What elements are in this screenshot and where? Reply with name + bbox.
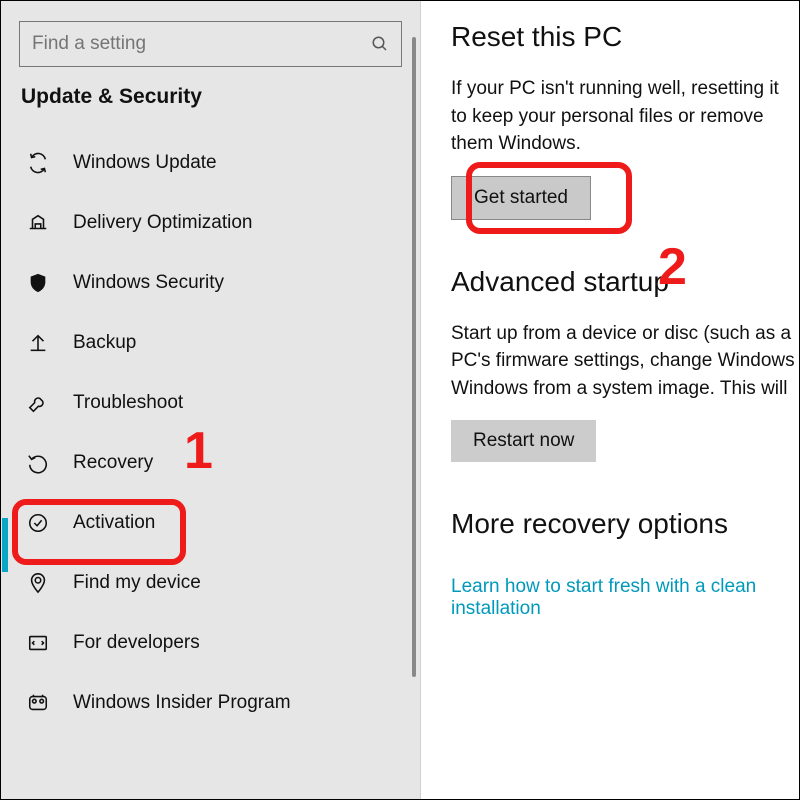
sidebar-item-recovery[interactable]: Recovery xyxy=(1,433,420,493)
restart-now-button[interactable]: Restart now xyxy=(451,420,596,462)
backup-icon xyxy=(25,332,51,354)
sidebar-item-delivery-optimization[interactable]: Delivery Optimization xyxy=(1,193,420,253)
sidebar-nav: Windows Update Delivery Optimization Win… xyxy=(1,133,420,733)
sidebar-item-find-my-device[interactable]: Find my device xyxy=(1,553,420,613)
sidebar-item-label: Windows Security xyxy=(73,272,224,294)
sidebar-item-label: Windows Insider Program xyxy=(73,692,291,714)
sync-icon xyxy=(25,152,51,174)
wrench-icon xyxy=(25,392,51,414)
reset-body: If your PC isn't running well, resetting… xyxy=(451,75,799,158)
delivery-icon xyxy=(25,212,51,234)
sidebar-item-label: Recovery xyxy=(73,452,153,474)
sidebar-item-troubleshoot[interactable]: Troubleshoot xyxy=(1,373,420,433)
search-input-wrap[interactable] xyxy=(19,21,402,67)
more-recovery-heading: More recovery options xyxy=(451,508,799,540)
get-started-button[interactable]: Get started xyxy=(451,176,591,220)
shield-icon xyxy=(25,272,51,294)
start-fresh-link[interactable]: Learn how to start fresh with a clean in… xyxy=(451,576,756,619)
sidebar-item-windows-security[interactable]: Windows Security xyxy=(1,253,420,313)
sidebar-item-for-developers[interactable]: For developers xyxy=(1,613,420,673)
settings-sidebar: Update & Security Windows Update Deliver… xyxy=(1,1,421,799)
advanced-heading: Advanced startup xyxy=(451,266,799,298)
sidebar-item-windows-update[interactable]: Windows Update xyxy=(1,133,420,193)
check-circle-icon xyxy=(25,512,51,534)
sidebar-item-label: Delivery Optimization xyxy=(73,212,253,234)
sidebar-item-backup[interactable]: Backup xyxy=(1,313,420,373)
sidebar-item-label: Troubleshoot xyxy=(73,392,183,414)
main-content: Reset this PC If your PC isn't running w… xyxy=(421,1,799,799)
sidebar-item-label: Find my device xyxy=(73,572,201,594)
insider-icon xyxy=(25,692,51,714)
recovery-icon xyxy=(25,452,51,474)
sidebar-section-title: Update & Security xyxy=(21,85,400,109)
sidebar-item-label: For developers xyxy=(73,632,200,654)
active-indicator xyxy=(2,518,8,572)
reset-heading: Reset this PC xyxy=(451,21,799,53)
location-icon xyxy=(25,572,51,594)
sidebar-item-windows-insider[interactable]: Windows Insider Program xyxy=(1,673,420,733)
sidebar-item-label: Activation xyxy=(73,512,155,534)
sidebar-item-label: Backup xyxy=(73,332,136,354)
advanced-body: Start up from a device or disc (such as … xyxy=(451,320,799,403)
sidebar-item-activation[interactable]: Activation xyxy=(1,493,420,553)
sidebar-scrollbar[interactable] xyxy=(412,37,416,677)
search-icon xyxy=(371,35,389,53)
search-input[interactable] xyxy=(32,33,371,55)
sidebar-item-label: Windows Update xyxy=(73,152,217,174)
developer-icon xyxy=(25,632,51,654)
